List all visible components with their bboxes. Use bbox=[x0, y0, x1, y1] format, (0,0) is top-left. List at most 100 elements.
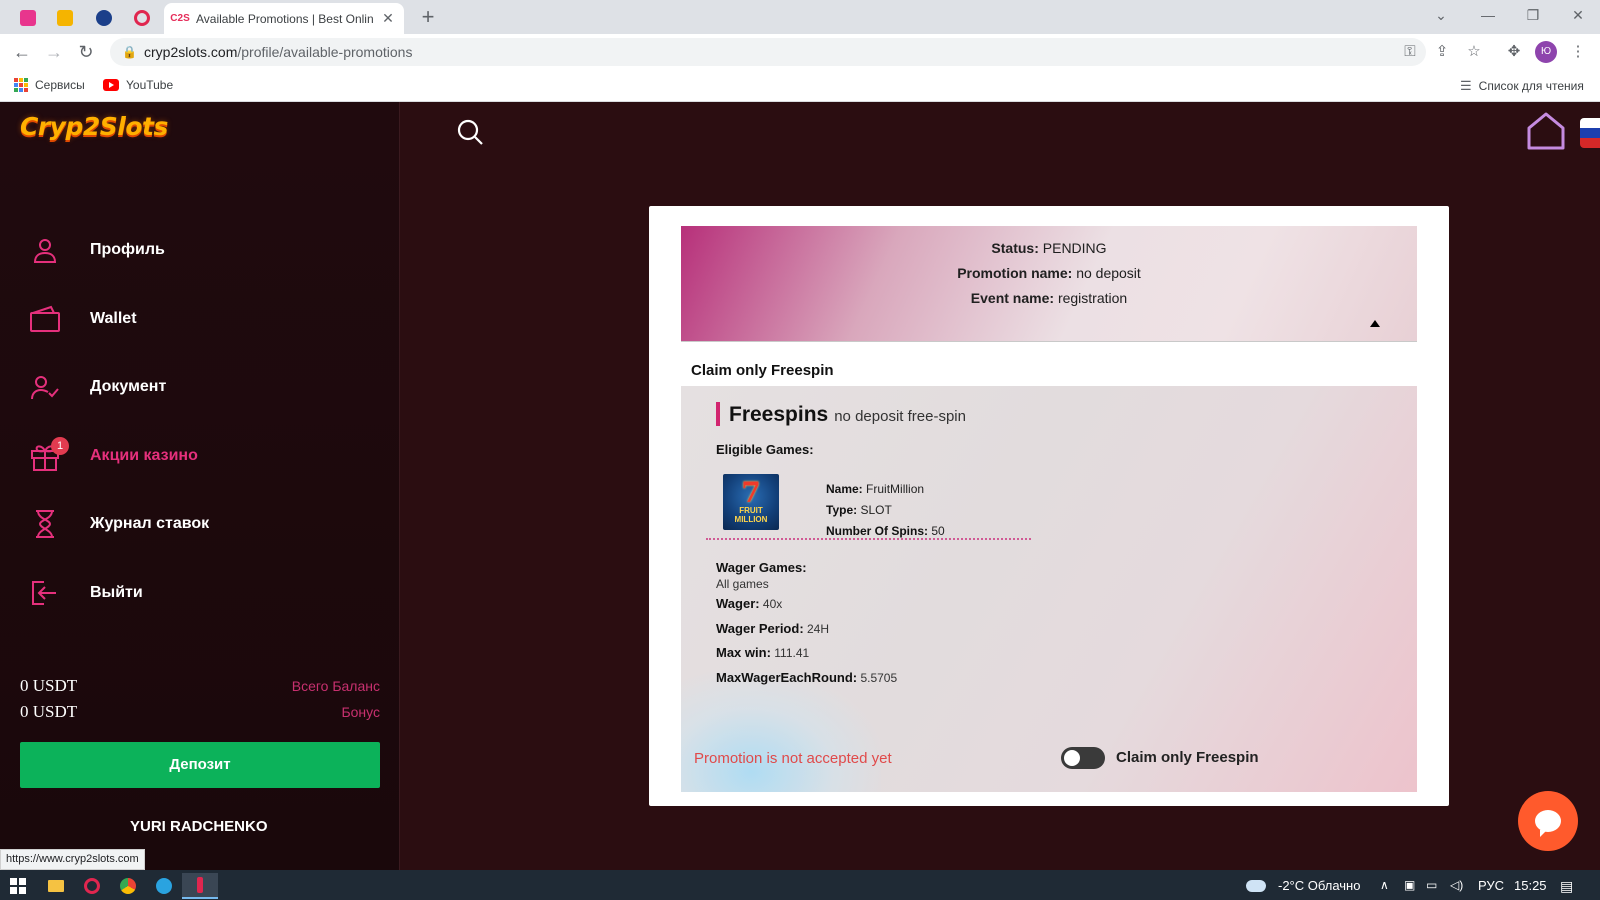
site-icon bbox=[96, 10, 112, 26]
sidebar: Cryp2Slots Профиль Wallet Документ 1 Акц… bbox=[0, 102, 400, 870]
volume-icon[interactable]: ◁) bbox=[1450, 878, 1463, 892]
game-name-value: FruitMillion bbox=[866, 482, 925, 496]
address-bar[interactable]: 🔒 cryp2slots.com/profile/available-promo… bbox=[110, 38, 1426, 66]
tray-device-icon[interactable]: ▣ bbox=[1404, 878, 1415, 892]
event-name-value: registration bbox=[1057, 290, 1128, 306]
weather-cloud-icon[interactable] bbox=[1238, 873, 1274, 899]
active-app-icon[interactable] bbox=[182, 873, 218, 899]
bookmark-star-icon[interactable]: ☆ bbox=[1464, 42, 1484, 62]
menu-item-document[interactable]: Документ bbox=[28, 367, 378, 407]
claim-freespin-toggle-label[interactable]: Claim only Freespin bbox=[1116, 749, 1259, 766]
game-info: Name: FruitMillion Type: SLOT Number Of … bbox=[826, 479, 945, 542]
minimize-button[interactable]: — bbox=[1465, 0, 1511, 30]
menu-item-label: Wallet bbox=[90, 310, 137, 327]
extensions-icon[interactable]: ✥ bbox=[1504, 42, 1524, 62]
tray-chevron-icon[interactable]: ∧ bbox=[1380, 878, 1389, 892]
menu-item-profile[interactable]: Профиль bbox=[28, 230, 378, 270]
lock-icon: 🔒 bbox=[122, 45, 137, 59]
bookmark-services[interactable]: Сервисы bbox=[14, 78, 85, 92]
new-tab-button[interactable]: + bbox=[416, 5, 440, 29]
freespins-heading: Freespins no deposit free-spin bbox=[729, 403, 966, 427]
game-spins-label: Number Of Spins: bbox=[826, 524, 929, 538]
max-wager-round-line: MaxWagerEachRound: 5.5705 bbox=[716, 670, 897, 685]
network-icon[interactable]: ▭ bbox=[1426, 878, 1437, 892]
max-wager-round-value: 5.5705 bbox=[860, 671, 898, 685]
pinned-tab-2[interactable] bbox=[47, 5, 83, 31]
menu-item-bet-history[interactable]: Журнал ставок bbox=[28, 504, 378, 544]
game-name-label: Name: bbox=[826, 482, 863, 496]
restore-button[interactable]: ❐ bbox=[1510, 0, 1556, 30]
promotion-card: Status: PENDING Promotion name: no depos… bbox=[649, 206, 1449, 806]
windows-start-icon[interactable] bbox=[0, 873, 36, 899]
forward-button[interactable]: → bbox=[42, 40, 66, 64]
input-language[interactable]: РУС bbox=[1478, 878, 1504, 893]
chat-bubble-icon bbox=[1535, 810, 1561, 837]
opera-icon[interactable] bbox=[74, 873, 110, 899]
max-wager-round-label: MaxWagerEachRound: bbox=[716, 670, 858, 685]
toggle-knob bbox=[1064, 750, 1080, 766]
total-balance-label: Всего Баланс bbox=[291, 678, 380, 694]
site-logo[interactable]: Cryp2Slots bbox=[20, 112, 168, 141]
key-icon[interactable]: ⚿ bbox=[1400, 42, 1420, 62]
claim-freespin-toggle[interactable] bbox=[1061, 747, 1105, 769]
game-type-value: SLOT bbox=[860, 503, 892, 517]
chat-button[interactable] bbox=[1518, 791, 1578, 851]
reload-button[interactable]: ↻ bbox=[74, 40, 98, 64]
site-favicon-icon: C2S bbox=[170, 13, 190, 24]
seven-symbol-icon: 7 bbox=[741, 476, 761, 509]
event-name-label: Event name: bbox=[970, 290, 1055, 306]
freespins-subtitle: no deposit free-spin bbox=[834, 408, 966, 425]
close-window-button[interactable]: ✕ bbox=[1555, 0, 1600, 30]
share-icon[interactable]: ⇪ bbox=[1432, 42, 1452, 62]
language-flag-icon[interactable] bbox=[1580, 118, 1600, 148]
menu-item-label: Профиль bbox=[90, 241, 165, 258]
menu-item-promotions[interactable]: 1 Акции казино bbox=[28, 436, 378, 476]
telegram-icon[interactable] bbox=[146, 873, 182, 899]
clock-time[interactable]: 15:25 bbox=[1514, 878, 1547, 893]
youtube-icon bbox=[103, 79, 119, 91]
profile-avatar[interactable]: Ю bbox=[1535, 41, 1557, 63]
deposit-button[interactable]: Депозит bbox=[20, 742, 380, 788]
reading-list[interactable]: ☰ Список для чтения bbox=[1460, 78, 1584, 94]
game-thumbnail[interactable]: 7 FRUIT MILLION bbox=[723, 474, 779, 530]
browser-tabstrip: C2S Available Promotions | Best Onlin ✕ … bbox=[0, 0, 1600, 34]
chrome-icon[interactable] bbox=[110, 873, 146, 899]
reading-list-label: Список для чтения bbox=[1478, 79, 1584, 93]
back-button[interactable]: ← bbox=[10, 40, 34, 64]
menu-item-wallet[interactable]: Wallet bbox=[28, 299, 378, 339]
active-tab[interactable]: C2S Available Promotions | Best Onlin ✕ bbox=[164, 3, 404, 34]
menu-item-logout[interactable]: Выйти bbox=[28, 573, 378, 613]
max-win-label: Max win: bbox=[716, 645, 771, 660]
wager-period-label: Wager Period: bbox=[716, 621, 804, 636]
file-explorer-icon[interactable] bbox=[38, 873, 74, 899]
event-name-line: Event name: registration bbox=[681, 290, 1417, 306]
hourglass-icon bbox=[28, 507, 62, 541]
wager-period-line: Wager Period: 24H bbox=[716, 621, 829, 636]
total-balance-row: 0 USDT Всего Баланс bbox=[20, 676, 380, 696]
wager-games-label: Wager Games: bbox=[716, 560, 807, 575]
promotion-header[interactable]: Status: PENDING Promotion name: no depos… bbox=[681, 226, 1417, 342]
tab-search-icon[interactable]: ⌄ bbox=[1418, 0, 1464, 30]
collapse-caret-icon[interactable] bbox=[1370, 320, 1380, 327]
bonus-amount: 0 USDT bbox=[20, 702, 78, 721]
divider bbox=[706, 538, 1031, 540]
promotion-name-line: Promotion name: no deposit bbox=[681, 265, 1417, 281]
close-tab-icon[interactable]: ✕ bbox=[380, 10, 396, 27]
bonus-balance-row: 0 USDT Бонус bbox=[20, 702, 380, 722]
app-icon bbox=[20, 10, 36, 26]
menu-item-label: Выйти bbox=[90, 584, 143, 601]
gift-icon: 1 bbox=[28, 437, 69, 473]
weather-text[interactable]: -2°C Облачно bbox=[1278, 878, 1360, 893]
home-icon[interactable] bbox=[1524, 110, 1568, 152]
pinned-tab-4[interactable] bbox=[124, 5, 160, 31]
pinned-tab-1[interactable] bbox=[10, 5, 46, 31]
menu-item-label: Документ bbox=[90, 378, 167, 395]
bookmark-youtube[interactable]: YouTube bbox=[103, 78, 173, 92]
bookmark-label: YouTube bbox=[126, 78, 174, 92]
notifications-icon[interactable]: ▤ bbox=[1560, 878, 1573, 895]
search-icon[interactable] bbox=[456, 118, 484, 146]
wager-games-value: All games bbox=[716, 577, 769, 591]
pinned-tab-3[interactable] bbox=[86, 5, 122, 31]
menu-dots-icon[interactable]: ⋮ bbox=[1568, 42, 1588, 62]
url-path: /profile/available-promotions bbox=[237, 44, 413, 60]
